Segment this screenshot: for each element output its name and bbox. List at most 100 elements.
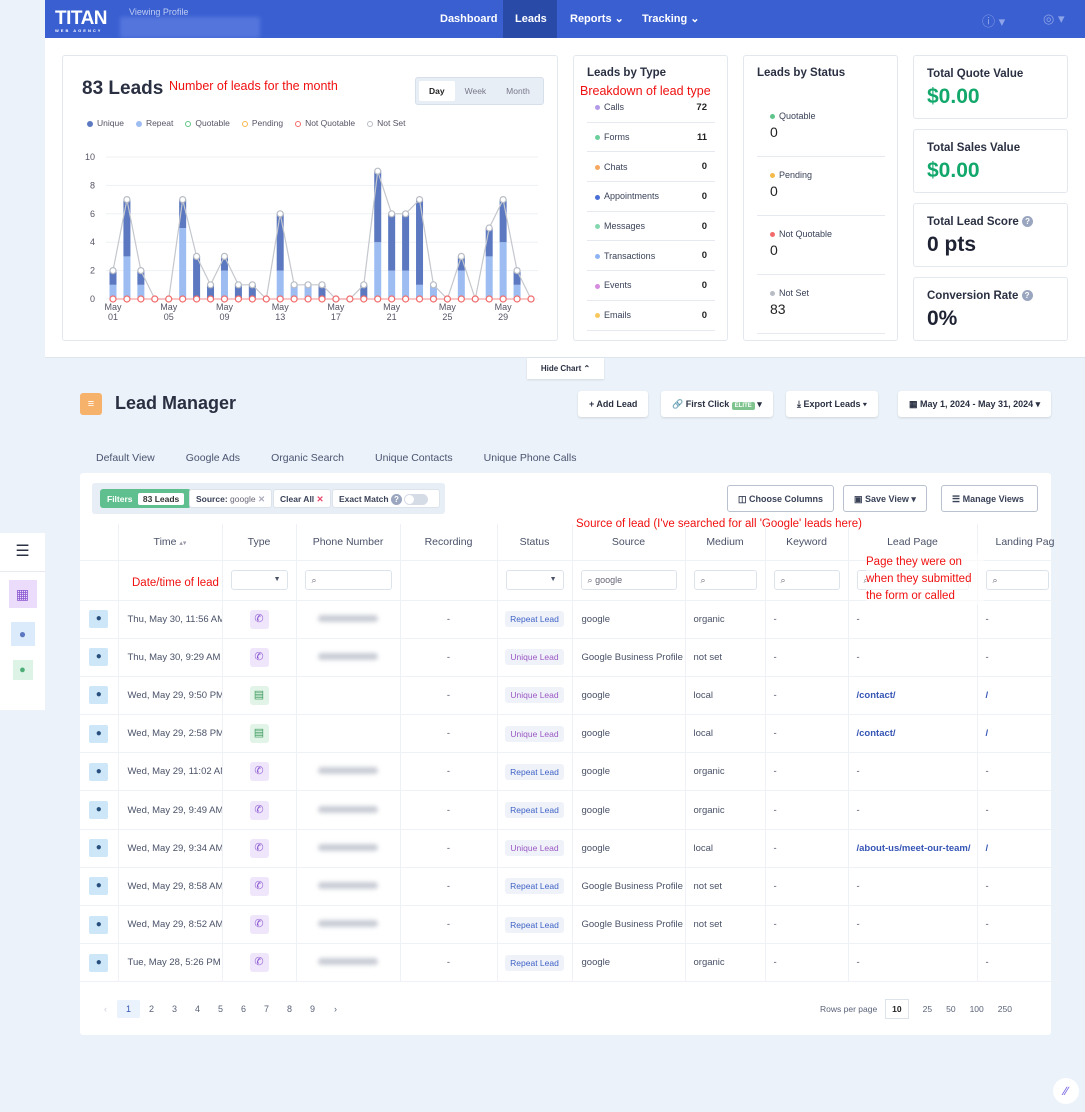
nav-tracking[interactable]: Tracking ⌄ <box>630 0 712 38</box>
point-not-quotable[interactable] <box>360 295 368 303</box>
logo[interactable]: TITAN WEB AGENCY <box>55 8 108 33</box>
bar-repeat[interactable] <box>485 256 493 299</box>
column-header[interactable]: Medium <box>685 524 766 561</box>
clear-all-button[interactable]: Clear All ✕ <box>273 489 331 508</box>
exact-match-toggle[interactable] <box>404 494 429 506</box>
point-not-set[interactable] <box>318 281 326 289</box>
table-row[interactable]: ● Thu, May 30, 9:29 AM ✆ - Unique Lead G… <box>80 638 1058 677</box>
landing-page-link[interactable]: / <box>977 676 1058 716</box>
point-not-quotable[interactable] <box>137 295 145 303</box>
bar-repeat[interactable] <box>276 270 284 299</box>
point-not-quotable[interactable] <box>206 295 215 303</box>
status-badge[interactable]: Repeat Lead <box>505 878 564 895</box>
page-4[interactable]: 4 <box>186 1004 209 1014</box>
point-not-set[interactable] <box>109 267 117 275</box>
point-not-quotable[interactable] <box>304 295 312 303</box>
column-header[interactable]: Status <box>497 524 573 561</box>
status-badge[interactable]: Unique Lead <box>505 840 564 857</box>
view-tab[interactable]: Organic Search <box>271 452 344 464</box>
table-row[interactable]: ● Thu, May 30, 11:56 AM ✆ - Repeat Lead … <box>80 600 1058 639</box>
point-not-quotable[interactable] <box>374 295 382 303</box>
status-badge[interactable]: Repeat Lead <box>505 802 564 819</box>
nav-dashboard[interactable]: Dashboard <box>428 0 509 38</box>
filter-search-input[interactable]: ⌕ <box>693 570 757 590</box>
view-tab[interactable]: Unique Contacts <box>375 452 453 464</box>
status-row[interactable]: Quotable 0 <box>757 98 885 157</box>
table-row[interactable]: ● Wed, May 29, 9:49 AM ✆ - Repeat Lead g… <box>80 790 1058 830</box>
table-row[interactable]: ● Wed, May 29, 8:52 AM ✆ - Repeat Lead G… <box>80 905 1058 945</box>
point-not-quotable[interactable] <box>471 295 479 303</box>
status-badge[interactable]: Unique Lead <box>505 649 564 666</box>
help-circle-icon[interactable]: ⓘ ▾ <box>982 11 1005 30</box>
contact-icon[interactable]: ● <box>89 686 109 705</box>
user-circle-icon[interactable]: ◎ ▾ <box>1043 11 1064 27</box>
type-row-calls[interactable]: Calls 72 <box>587 93 715 123</box>
point-not-set[interactable] <box>206 281 215 289</box>
page-7[interactable]: 7 <box>255 1004 278 1014</box>
export-leads-button[interactable]: ⤓ Export Leads ▾ <box>786 391 878 417</box>
source-filter-chip[interactable]: Source: google ✕ <box>189 489 273 508</box>
add-lead-button[interactable]: + Add Lead <box>578 391 649 417</box>
point-not-set[interactable] <box>485 224 493 232</box>
point-not-set[interactable] <box>290 281 298 289</box>
bar-repeat[interactable] <box>457 270 465 299</box>
table-row[interactable]: ● Wed, May 29, 9:34 AM ✆ - Unique Lead g… <box>80 829 1058 868</box>
table-row[interactable]: ● Wed, May 29, 2:58 PM ▤ - Unique Lead g… <box>80 714 1058 754</box>
column-header[interactable]: Landing Pag <box>977 524 1058 561</box>
manage-views-button[interactable]: ☰ Manage Views <box>941 485 1038 512</box>
type-row-appointments[interactable]: Appointments 0 <box>587 182 715 212</box>
type-row-chats[interactable]: Chats 0 <box>587 152 715 183</box>
bar-repeat[interactable] <box>374 242 382 299</box>
lead-page-link[interactable]: /contact/ <box>848 676 978 716</box>
column-header[interactable]: Time ▴▾ <box>118 524 223 561</box>
point-not-set[interactable] <box>248 281 256 289</box>
point-not-quotable[interactable] <box>527 295 535 303</box>
point-not-set[interactable] <box>388 210 396 218</box>
filter-select[interactable]: ▼ <box>230 570 288 590</box>
prev-page[interactable]: ‹ <box>94 1004 117 1014</box>
page-3[interactable]: 3 <box>163 1004 186 1014</box>
bar-unique[interactable] <box>374 171 382 243</box>
table-row[interactable]: ● Wed, May 29, 8:58 AM ✆ - Repeat Lead G… <box>80 867 1058 907</box>
point-not-set[interactable] <box>234 281 242 289</box>
status-row[interactable]: Pending 0 <box>757 157 885 216</box>
bar-repeat[interactable] <box>179 228 187 299</box>
contact-icon[interactable]: ● <box>89 801 109 820</box>
rows-option-250[interactable]: 250 <box>998 1004 1012 1014</box>
edit-icon[interactable]: ∕∕ <box>1053 1078 1079 1104</box>
column-header[interactable]: Phone Number <box>296 524 401 561</box>
point-not-set[interactable] <box>304 281 312 289</box>
point-not-set[interactable] <box>179 196 187 204</box>
point-not-set[interactable] <box>276 210 284 218</box>
landing-page-link[interactable]: / <box>977 829 1058 868</box>
type-row-messages[interactable]: Messages 0 <box>587 212 715 242</box>
rows-option-100[interactable]: 100 <box>970 1004 984 1014</box>
point-not-quotable[interactable] <box>179 295 187 303</box>
status-badge[interactable]: Repeat Lead <box>505 916 564 933</box>
contact-icon[interactable]: ● <box>89 915 109 934</box>
page-1[interactable]: 1 <box>117 1000 140 1018</box>
column-header[interactable]: Type <box>222 524 297 561</box>
filter-search-input[interactable]: ⌕ <box>304 570 392 590</box>
bar-repeat[interactable] <box>402 270 410 299</box>
rows-option-50[interactable]: 50 <box>946 1004 955 1014</box>
point-not-quotable[interactable] <box>123 295 131 303</box>
nav-leads[interactable]: Leads <box>503 0 557 38</box>
point-not-set[interactable] <box>137 267 145 275</box>
next-page[interactable]: › <box>324 1004 347 1014</box>
view-tab[interactable]: Unique Phone Calls <box>484 452 577 464</box>
type-row-forms[interactable]: Forms 11 <box>587 123 715 153</box>
point-not-set[interactable] <box>513 267 521 275</box>
point-not-quotable[interactable] <box>290 295 298 303</box>
status-badge[interactable]: Repeat Lead <box>505 954 564 971</box>
filter-search-input[interactable]: ⌕ <box>985 570 1049 590</box>
profile-selector[interactable] <box>120 17 260 38</box>
status-badge[interactable]: Unique Lead <box>505 687 564 704</box>
bar-unique[interactable] <box>193 256 201 299</box>
bar-unique[interactable] <box>276 213 284 271</box>
table-row[interactable]: ● Wed, May 29, 11:02 AM ✆ - Repeat Lead … <box>80 752 1058 792</box>
column-header[interactable]: Recording <box>400 524 498 561</box>
building-icon[interactable]: ▦ <box>8 580 37 608</box>
team-icon[interactable]: ● <box>10 622 35 646</box>
status-badge[interactable]: Repeat Lead <box>505 611 564 628</box>
